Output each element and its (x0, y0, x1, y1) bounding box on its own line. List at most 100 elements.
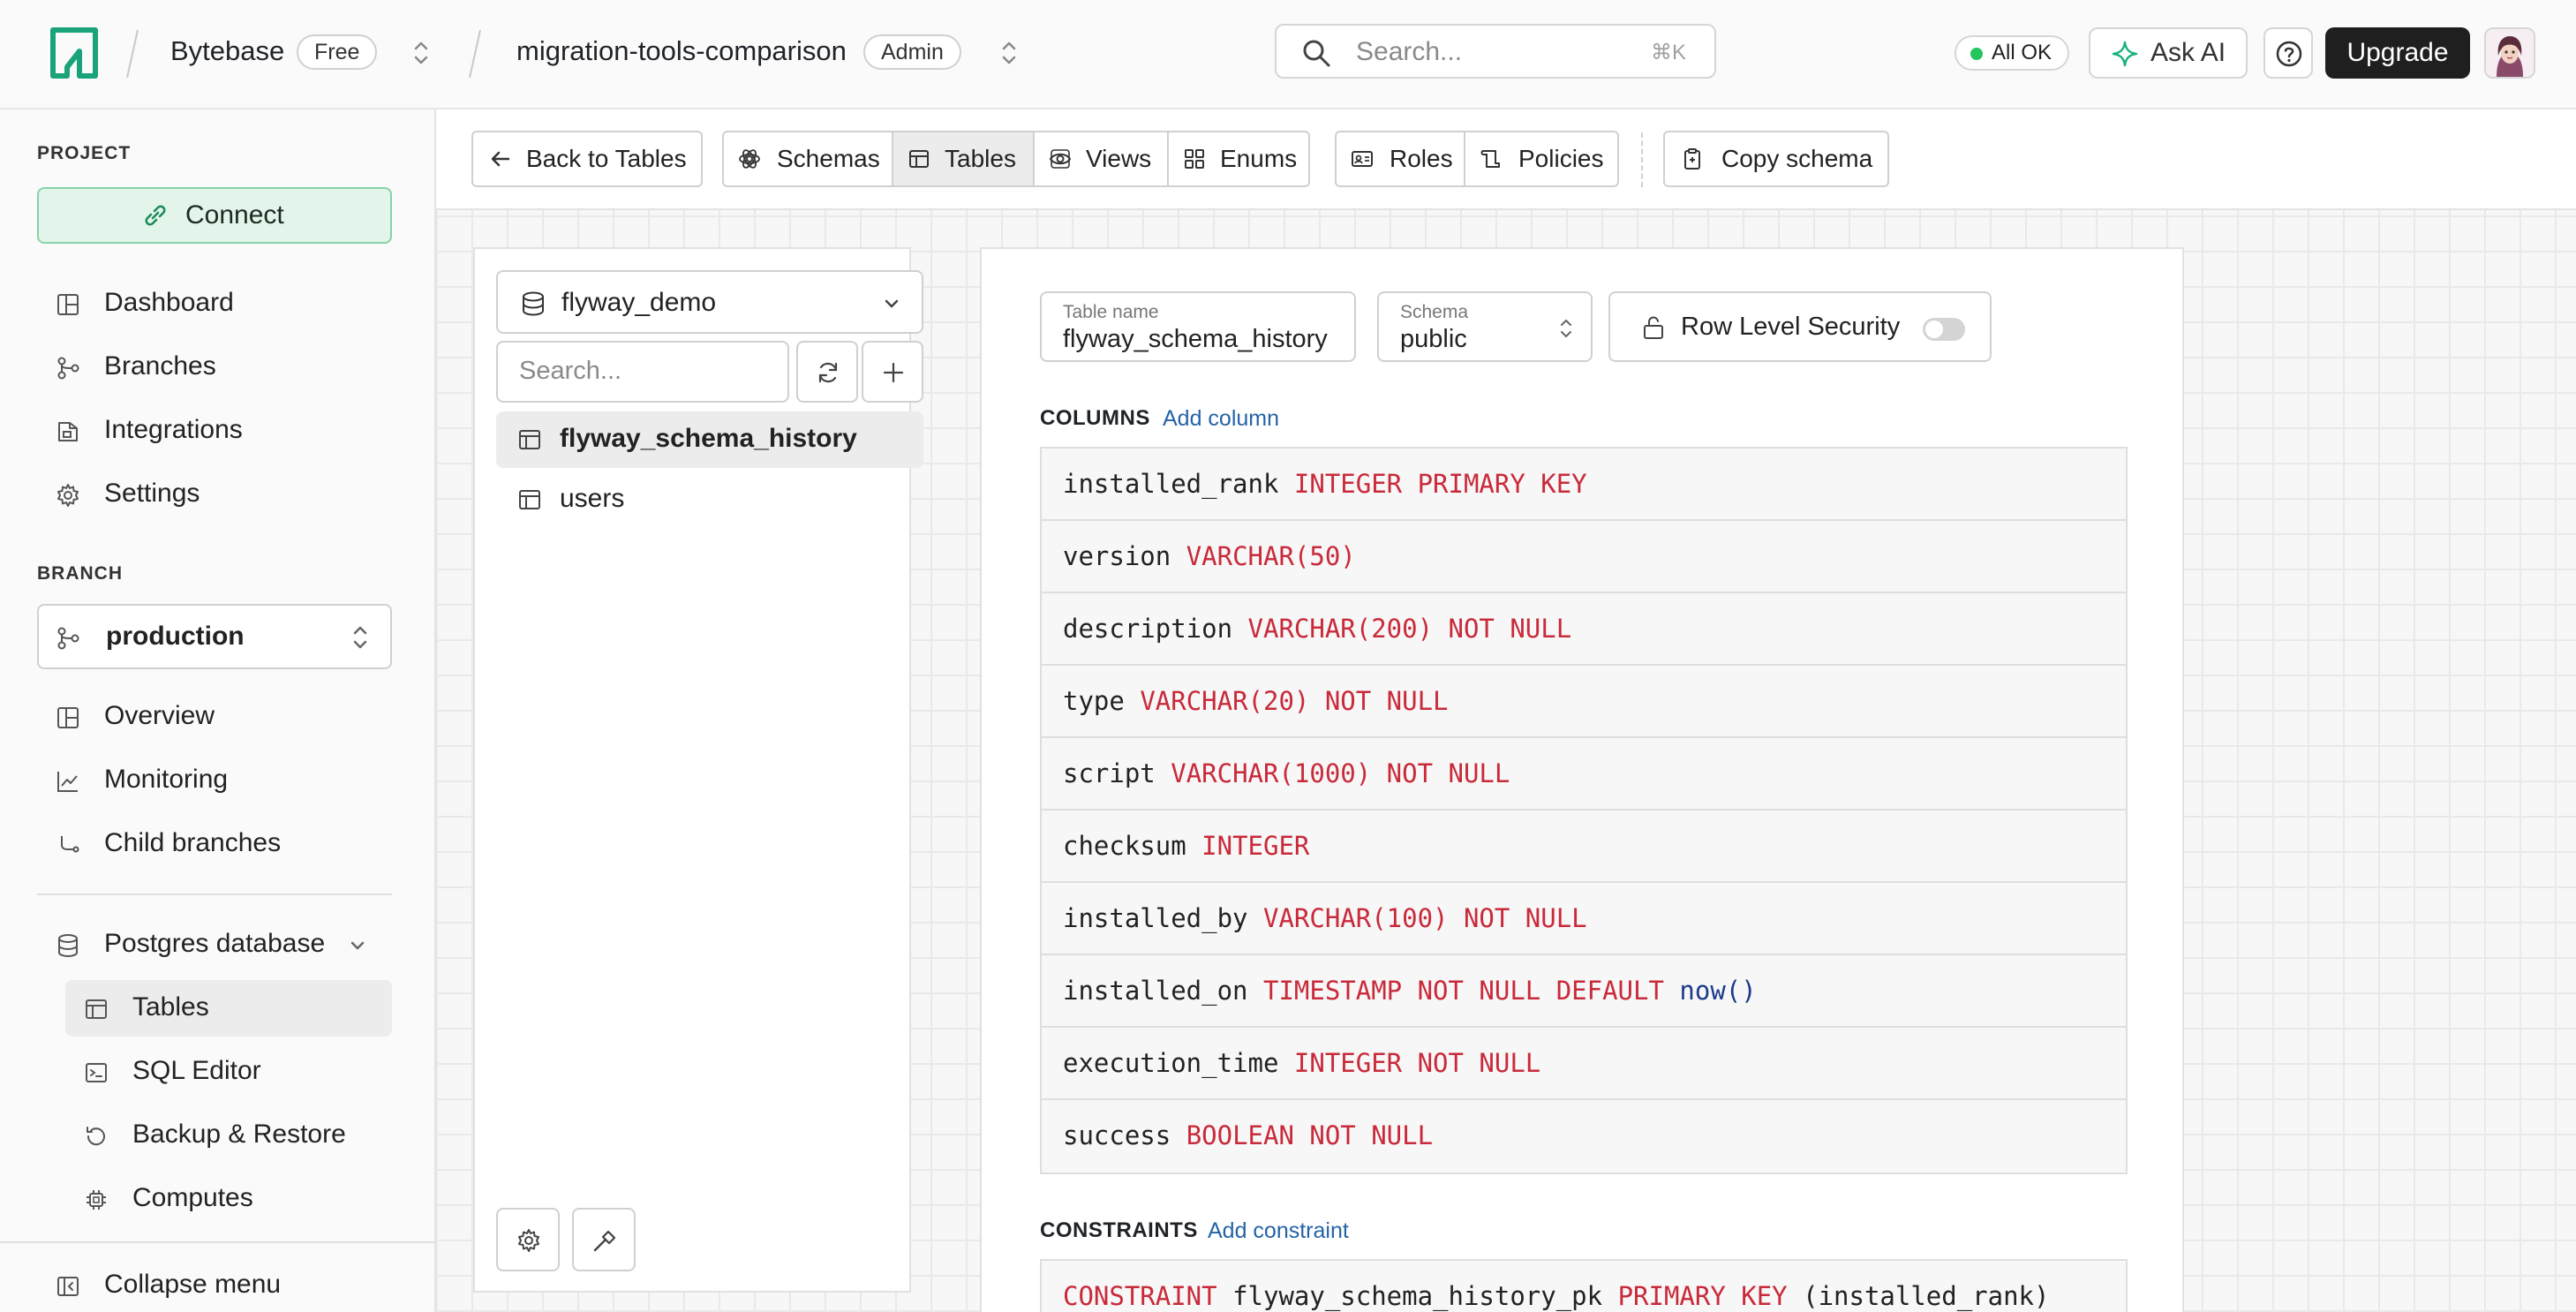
plus-icon (880, 359, 907, 386)
columns-list: installed_rank INTEGER PRIMARY KEY versi… (1040, 447, 2128, 1174)
status-badge[interactable]: All OK (1955, 35, 2070, 71)
table-icon (517, 487, 542, 512)
add-constraint-link[interactable]: Add constraint (1208, 1218, 1349, 1244)
id-card-icon (1351, 147, 1374, 170)
chevron-updown-icon (1557, 314, 1575, 343)
add-column-link[interactable]: Add column (1163, 406, 1279, 432)
column-name: type (1063, 686, 1125, 716)
policies-button[interactable]: Policies (1465, 132, 1617, 185)
sidebar-item-branches[interactable]: Branches (37, 339, 392, 396)
collapse-menu-button[interactable]: Collapse menu (37, 1257, 392, 1312)
upgrade-button[interactable]: Upgrade (2325, 27, 2470, 79)
constraints-title: CONSTRAINTS (1040, 1218, 1198, 1242)
back-label: Back to Tables (526, 145, 687, 172)
column-row[interactable]: version VARCHAR(50) (1042, 521, 2126, 593)
chip-icon (83, 1187, 109, 1213)
ask-ai-label: Ask AI (2150, 38, 2226, 67)
search-shortcut: ⌘K (1650, 41, 1686, 64)
sidebar-item-tables[interactable]: Tables (65, 980, 392, 1037)
copy-schema-button[interactable]: Copy schema (1663, 131, 1889, 187)
schema-select[interactable]: Schema public (1377, 291, 1593, 362)
grid-icon (1183, 147, 1206, 170)
tab-label: Views (1086, 145, 1152, 172)
row-level-security-toggle[interactable]: Row Level Security (1608, 291, 1992, 362)
sidebar-item-sql-editor[interactable]: SQL Editor (65, 1044, 392, 1100)
refresh-button[interactable] (796, 341, 858, 403)
avatar[interactable] (2484, 27, 2535, 79)
sidebar-item-dashboard[interactable]: Dashboard (37, 275, 392, 332)
sidebar-item-backup-restore[interactable]: Backup & Restore (65, 1107, 392, 1164)
sidebar: PROJECT Connect Dashboard Branches Integ… (0, 109, 436, 1312)
column-row[interactable]: checksum INTEGER (1042, 811, 2126, 883)
sidebar-item-integrations[interactable]: Integrations (37, 403, 392, 459)
panel-settings-button[interactable] (496, 1208, 560, 1271)
column-row[interactable]: success BOOLEAN NOT NULL (1042, 1100, 2126, 1173)
roles-button[interactable]: Roles (1337, 132, 1465, 185)
tab-schemas[interactable]: Schemas (724, 132, 893, 185)
sidebar-item-label: Tables (132, 992, 209, 1022)
column-row[interactable]: installed_rank INTEGER PRIMARY KEY (1042, 449, 2126, 521)
constraint-type: PRIMARY KEY (1617, 1281, 1788, 1311)
arrow-left-icon (489, 147, 512, 170)
dashboard-icon (55, 291, 81, 318)
chevron-down-icon (348, 936, 367, 955)
connect-button[interactable]: Connect (37, 187, 392, 244)
breadcrumb-separator (124, 26, 141, 81)
org-name[interactable]: Bytebase (170, 34, 284, 69)
sidebar-item-label: Dashboard (104, 288, 234, 317)
column-row[interactable]: description VARCHAR(200) NOT NULL (1042, 593, 2126, 666)
column-row[interactable]: type VARCHAR(20) NOT NULL (1042, 666, 2126, 738)
help-button[interactable] (2263, 27, 2313, 79)
back-to-tables-button[interactable]: Back to Tables (471, 131, 703, 187)
sidebar-item-computes[interactable]: Computes (65, 1171, 392, 1227)
database-select[interactable]: flyway_demo (496, 270, 923, 334)
tab-views[interactable]: Views (1035, 132, 1169, 185)
project-switcher-icon[interactable] (998, 35, 1021, 71)
column-row[interactable]: execution_time INTEGER NOT NULL (1042, 1028, 2126, 1100)
sidebar-item-label: SQL Editor (132, 1056, 261, 1085)
role-badge: Admin (863, 34, 961, 70)
column-name: description (1063, 614, 1233, 644)
sidebar-item-child-branches[interactable]: Child branches (37, 816, 392, 872)
column-name: version (1063, 541, 1171, 571)
column-row[interactable]: script VARCHAR(1000) NOT NULL (1042, 738, 2126, 811)
constraint-row[interactable]: CONSTRAINT flyway_schema_history_pk PRIM… (1042, 1261, 2126, 1312)
column-row[interactable]: installed_on TIMESTAMP NOT NULL DEFAULT … (1042, 955, 2126, 1028)
tab-label: Enums (1220, 145, 1298, 172)
breadcrumb-separator (466, 26, 484, 81)
table-search-input[interactable]: Search... (496, 341, 789, 403)
ask-ai-button[interactable]: Ask AI (2089, 27, 2248, 79)
sidebar-item-overview[interactable]: Overview (37, 689, 392, 745)
restore-icon (83, 1123, 109, 1150)
constraints-list: CONSTRAINT flyway_schema_history_pk PRIM… (1040, 1259, 2128, 1312)
sidebar-item-label: Overview (104, 701, 215, 730)
main-canvas: Back to Tables Schemas Tables Views Enum… (436, 109, 2576, 1312)
column-row[interactable]: installed_by VARCHAR(100) NOT NULL (1042, 883, 2126, 955)
table-list-item[interactable]: users (496, 471, 923, 528)
table-list-item[interactable]: flyway_schema_history (496, 411, 923, 468)
branch-select[interactable]: production (37, 604, 392, 669)
constraint-name: flyway_schema_history_pk (1232, 1281, 1603, 1311)
sidebar-item-postgres-database[interactable]: Postgres database (37, 916, 392, 973)
branches-icon (55, 355, 81, 381)
org-switcher-icon[interactable] (410, 35, 433, 71)
sidebar-item-label: Backup & Restore (132, 1120, 346, 1149)
sidebar-item-settings[interactable]: Settings (37, 466, 392, 523)
column-type: INTEGER (1201, 831, 1310, 861)
tab-enums[interactable]: Enums (1169, 132, 1308, 185)
project-name[interactable]: migration-tools-comparison (516, 34, 847, 69)
column-type: TIMESTAMP NOT NULL DEFAULT (1262, 976, 1664, 1006)
table-name-field[interactable]: Table name flyway_schema_history (1040, 291, 1356, 362)
sidebar-item-label: Branches (104, 351, 216, 381)
sidebar-item-monitoring[interactable]: Monitoring (37, 752, 392, 809)
column-type: INTEGER NOT NULL (1293, 1048, 1541, 1078)
database-icon (55, 932, 81, 959)
add-table-button[interactable] (862, 341, 923, 403)
panel-tools-button[interactable] (572, 1208, 636, 1271)
logo-icon[interactable] (48, 26, 101, 79)
eye-icon (1049, 147, 1072, 170)
global-search[interactable]: Search... ⌘K (1275, 24, 1716, 79)
rls-switch[interactable] (1923, 318, 1965, 341)
tab-tables[interactable]: Tables (893, 132, 1035, 185)
sidebar-item-label: Child branches (104, 828, 282, 857)
